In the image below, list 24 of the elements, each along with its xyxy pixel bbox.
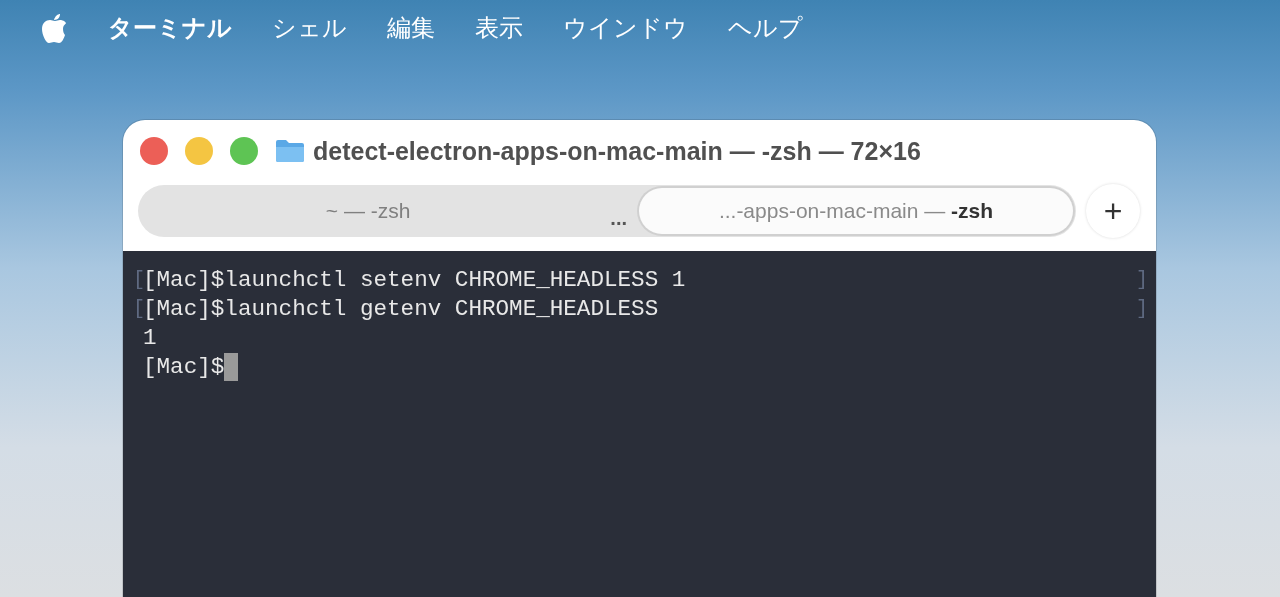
command-mark: ] — [1136, 297, 1146, 320]
apple-logo-icon[interactable] — [40, 12, 68, 44]
menu-item[interactable]: ウインドウ — [563, 12, 688, 44]
tab-overflow[interactable]: ... — [610, 206, 627, 230]
menu-item[interactable]: ヘルプ — [728, 12, 803, 44]
window-title: detect-electron-apps-on-mac-main — -zsh — 72×16 — [313, 136, 921, 166]
zoom-button[interactable] — [230, 137, 258, 165]
tab[interactable]: ...-apps-on-mac-main — -zsh — [639, 188, 1073, 234]
terminal-line: 1 — [143, 324, 157, 351]
new-tab-button[interactable]: + — [1086, 184, 1140, 238]
command-mark: ] — [1136, 268, 1146, 291]
command-mark: [ — [133, 268, 143, 291]
menu-item[interactable]: 表示 — [475, 12, 523, 44]
tab[interactable]: ~ — -zsh — [138, 185, 599, 237]
cursor — [224, 352, 239, 381]
menu-item[interactable]: シェル — [272, 12, 347, 44]
folder-icon — [275, 139, 305, 163]
menu-item[interactable]: ターミナル — [108, 12, 232, 44]
terminal-line: [Mac]$launchctl setenv CHROME_HEADLESS 1 — [143, 266, 686, 293]
terminal-line: [Mac]$ — [143, 353, 225, 380]
command-mark: [ — [133, 297, 143, 320]
terminal-line: [Mac]$launchctl getenv CHROME_HEADLESS — [143, 295, 659, 322]
close-button[interactable] — [140, 137, 168, 165]
menu-item[interactable]: 編集 — [387, 12, 435, 44]
